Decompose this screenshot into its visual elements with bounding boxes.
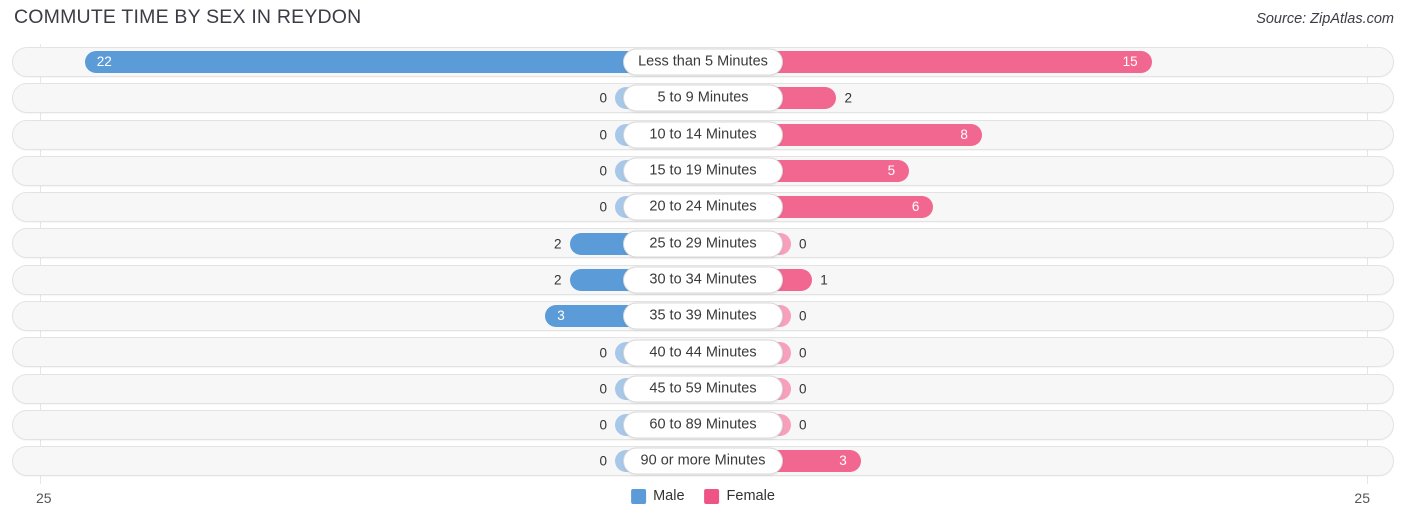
male-bar-value: 2 [554, 272, 562, 288]
category-label: 10 to 14 Minutes [623, 121, 783, 149]
axis-label-right: 25 [1354, 490, 1370, 506]
bar-row[interactable]: 0 5 15 to 19 Minutes [0, 153, 1406, 189]
male-bar-value: 3 [557, 308, 565, 324]
female-bar-value: 1 [820, 272, 828, 288]
male-bar-value: 0 [599, 381, 607, 397]
bar-row[interactable]: 0 0 45 to 59 Minutes [0, 371, 1406, 407]
female-bar-value: 0 [799, 236, 807, 252]
category-label: 40 to 44 Minutes [623, 339, 783, 367]
bar-row[interactable]: 3 0 35 to 39 Minutes [0, 298, 1406, 334]
female-bar-value: 5 [887, 163, 896, 179]
female-bar-value: 3 [839, 453, 847, 469]
legend-swatch-male-icon [631, 488, 647, 504]
male-bar-value: 0 [599, 453, 607, 469]
female-bar-value: 6 [911, 199, 920, 215]
female-bar-value: 0 [799, 345, 807, 361]
category-label: 45 to 59 Minutes [623, 375, 783, 403]
male-bar-value: 0 [599, 199, 607, 215]
page-title: COMMUTE TIME BY SEX IN REYDON [14, 6, 362, 28]
bar-rows: 22 15 Less than 5 Minutes 0 2 5 to 9 Minutes 0… [0, 44, 1406, 480]
category-label: 15 to 19 Minutes [623, 157, 783, 185]
male-bar[interactable]: 22 [84, 51, 703, 74]
legend-item-male[interactable]: Male [631, 488, 685, 504]
chart-header: COMMUTE TIME BY SEX IN REYDON Source: Zi… [0, 0, 1406, 40]
category-label: 30 to 34 Minutes [623, 266, 783, 294]
chart-footer: 25 Male Female 25 [0, 488, 1406, 514]
axis-label-left: 25 [36, 490, 52, 506]
female-bar-value: 8 [960, 126, 968, 142]
category-label: 5 to 9 Minutes [623, 84, 783, 112]
legend-swatch-female-icon [704, 488, 720, 504]
bar-row[interactable]: 0 3 90 or more Minutes [0, 443, 1406, 479]
bar-row[interactable]: 0 2 5 to 9 Minutes [0, 80, 1406, 116]
category-label: 90 or more Minutes [623, 447, 783, 475]
legend-item-female[interactable]: Female [704, 488, 775, 504]
legend-label-female: Female [726, 488, 775, 504]
male-bar-value: 0 [599, 345, 607, 361]
male-bar-value: 0 [599, 163, 607, 179]
category-label: 35 to 39 Minutes [623, 302, 783, 330]
category-label: 20 to 24 Minutes [623, 193, 783, 221]
male-bar-value: 0 [599, 90, 607, 106]
bar-row[interactable]: 22 15 Less than 5 Minutes [0, 44, 1406, 80]
bar-row[interactable]: 0 6 20 to 24 Minutes [0, 189, 1406, 225]
female-bar-value: 0 [799, 381, 807, 397]
bar-row[interactable]: 2 0 25 to 29 Minutes [0, 225, 1406, 261]
chart-plot-area: 22 15 Less than 5 Minutes 0 2 5 to 9 Minutes 0… [0, 44, 1406, 484]
category-label: 25 to 29 Minutes [623, 230, 783, 258]
category-label: 60 to 89 Minutes [623, 411, 783, 439]
female-bar-value: 2 [844, 90, 852, 106]
chart-legend: Male Female [631, 488, 775, 504]
male-bar-value: 0 [599, 127, 607, 143]
male-bar-value: 0 [599, 417, 607, 433]
bar-row[interactable]: 0 8 10 to 14 Minutes [0, 117, 1406, 153]
male-bar-value: 22 [96, 54, 112, 70]
bar-row[interactable]: 0 0 60 to 89 Minutes [0, 407, 1406, 443]
bar-row[interactable]: 0 0 40 to 44 Minutes [0, 334, 1406, 370]
female-bar-value: 15 [1122, 54, 1138, 70]
legend-label-male: Male [653, 488, 685, 504]
male-bar-value: 2 [554, 236, 562, 252]
female-bar-value: 0 [799, 308, 807, 324]
female-bar-value: 0 [799, 417, 807, 433]
source-attribution: Source: ZipAtlas.com [1256, 11, 1394, 27]
bar-row[interactable]: 2 1 30 to 34 Minutes [0, 262, 1406, 298]
category-label: Less than 5 Minutes [623, 48, 783, 76]
